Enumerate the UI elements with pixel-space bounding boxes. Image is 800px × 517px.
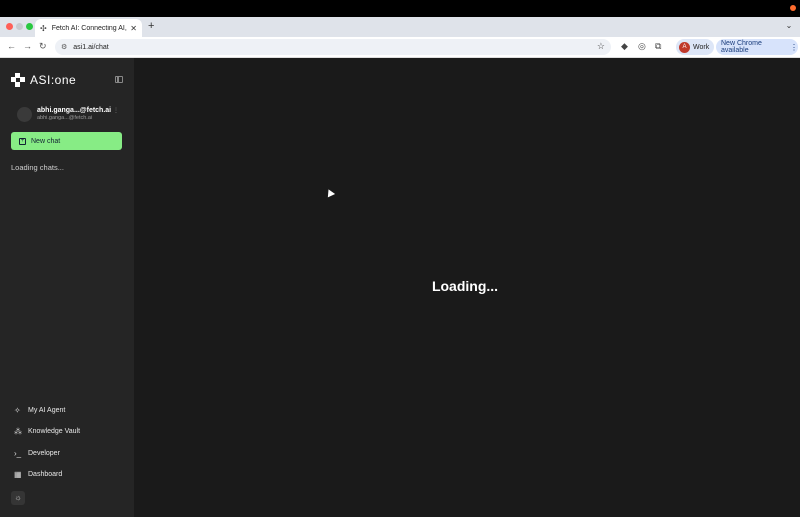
site-info-icon[interactable]: ⚙ [61,43,67,51]
tab-title: Fetch AI: Connecting AI, Web [51,24,128,32]
profile-button[interactable]: A Work [676,39,714,55]
tab-strip: ✣ Fetch AI: Connecting AI, Web ✕ + ⌄ [0,17,800,37]
asi-logo-icon [11,73,25,87]
new-chat-label: New chat [31,137,61,145]
terminal-icon: ›_ [14,449,22,458]
extension-icon[interactable]: ◎ [638,41,646,52]
user-email: abhi.ganga...@fetch.ai [37,115,93,121]
close-window-button[interactable] [6,23,13,30]
loading-chats-text: Loading chats... [11,163,64,172]
maximize-window-button[interactable] [26,23,33,30]
theme-toggle-icon[interactable]: ☼ [11,491,25,505]
metamask-extension-icon[interactable]: ◆ [621,41,628,52]
main-content: Loading... [134,58,800,517]
system-menu-bar [0,0,800,17]
browser-toolbar: ← → ↻ ⚙ asi1.ai/chat ☆ ◆ ◎ ⧉ A Work New … [0,37,800,58]
logo-text: ASI:one [30,73,77,87]
mouse-cursor-icon [324,187,336,198]
sidebar-item-dashboard[interactable]: ▦ Dashboard [14,470,62,479]
sidebar-item-my-ai-agent[interactable]: ✧ My AI Agent [14,406,65,415]
sidebar-item-label: Dashboard [28,471,63,478]
new-chat-button[interactable]: + New chat [11,132,122,150]
update-chrome-button[interactable]: New Chrome available ⋮ [716,39,798,55]
browser-tab[interactable]: ✣ Fetch AI: Connecting AI, Web ✕ [35,19,142,37]
user-name: abhi.ganga...@fetch.ai [37,107,112,114]
sparkle-icon: ✧ [14,406,21,415]
sidebar-item-knowledge-vault[interactable]: ⁂ Knowledge Vault [14,427,80,436]
network-icon: ⁂ [14,427,22,436]
sidebar: ASI:one abhi.ganga...@fetch.ai abhi.gang… [0,58,134,517]
profile-label: Work [693,43,710,51]
update-label: New Chrome available [721,40,762,54]
minimize-window-button[interactable] [16,23,23,30]
back-icon[interactable]: ← [7,41,16,51]
close-tab-icon[interactable]: ✕ [130,24,137,33]
avatar: A [679,41,690,53]
user-account[interactable]: abhi.ganga...@fetch.ai abhi.ganga...@fet… [17,105,127,123]
user-menu-icon[interactable]: ⋮ [113,107,119,114]
sidebar-item-developer[interactable]: ›_ Developer [14,449,60,458]
reload-icon[interactable]: ↻ [39,41,47,52]
more-menu-icon[interactable]: ⋮ [790,43,798,52]
bookmark-star-icon[interactable]: ☆ [597,41,605,52]
favicon-icon: ✣ [40,23,47,33]
avatar [17,106,32,122]
address-bar[interactable]: ⚙ asi1.ai/chat ☆ [55,39,611,55]
collapse-sidebar-icon[interactable] [115,76,123,83]
forward-icon[interactable]: → [23,41,32,51]
url-text: asi1.ai/chat [73,43,109,51]
extensions-puzzle-icon[interactable]: ⧉ [655,41,661,52]
new-tab-button[interactable]: + [148,20,154,32]
logo[interactable]: ASI:one [11,73,76,87]
sidebar-item-label: Developer [28,450,60,457]
recording-indicator-icon [790,5,796,11]
grid-icon: ▦ [14,470,22,479]
plus-icon: + [19,137,26,145]
sidebar-item-label: My AI Agent [28,407,66,414]
sidebar-item-label: Knowledge Vault [28,428,81,435]
loading-text: Loading... [431,278,499,294]
tab-search-icon[interactable]: ⌄ [783,20,795,32]
